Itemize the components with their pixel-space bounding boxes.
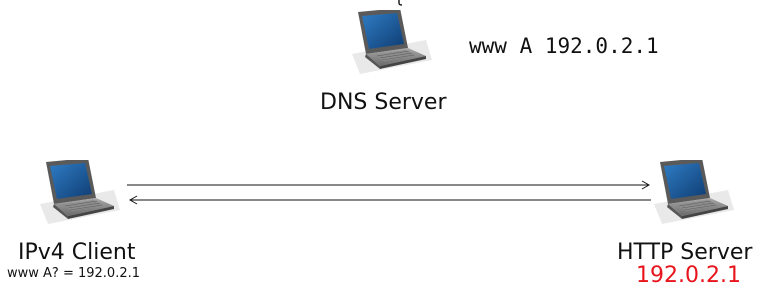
request-arrow xyxy=(127,180,651,190)
connection-arrows xyxy=(127,180,651,205)
response-arrow xyxy=(128,195,651,205)
